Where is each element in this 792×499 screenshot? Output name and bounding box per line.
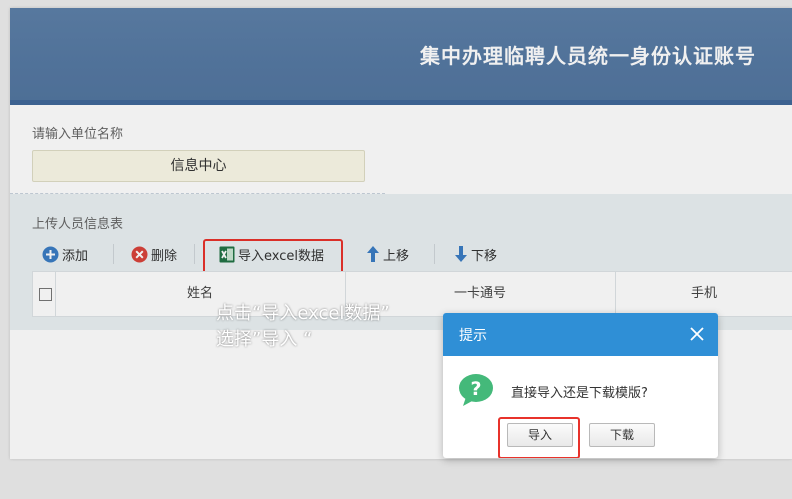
dialog-download-button[interactable]: 下载 — [589, 423, 655, 447]
dialog-header: 提示 — [443, 313, 718, 356]
dialog-message: 直接导入还是下载模版? — [511, 386, 648, 401]
instruction-annotation: 点击“导入excel数据” 选择”导入 “ — [216, 303, 390, 350]
dialog-import-highlight — [498, 417, 580, 458]
question-icon: ? — [457, 373, 497, 411]
dialog-title: 提示 — [459, 328, 487, 344]
svg-text:?: ? — [470, 378, 481, 400]
prompt-dialog: 提示 ? 直接导入还是下载模版? 导入 下载 — [443, 313, 718, 458]
close-icon[interactable] — [688, 325, 706, 343]
